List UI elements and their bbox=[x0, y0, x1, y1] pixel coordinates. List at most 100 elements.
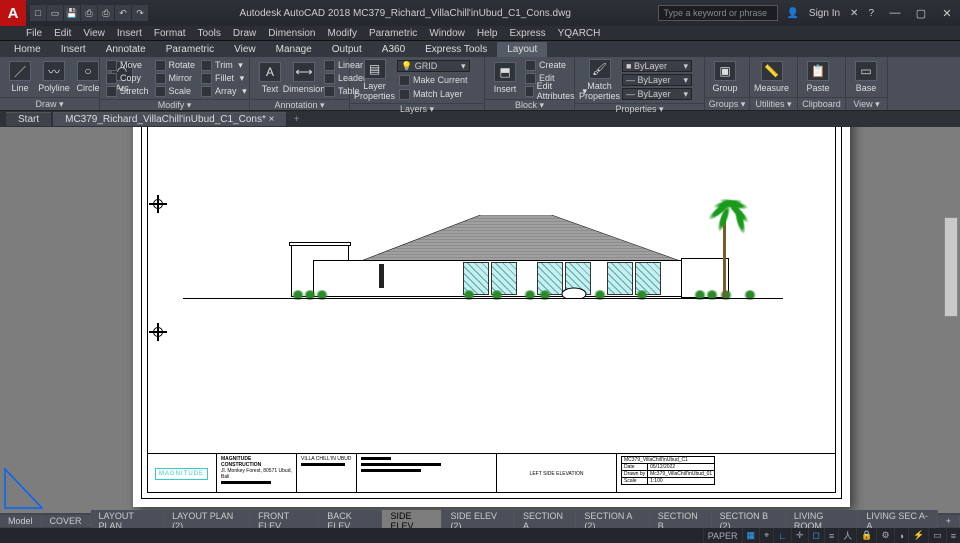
tab-express[interactable]: Express Tools bbox=[415, 42, 497, 57]
base-view-button[interactable]: ▭Base bbox=[850, 61, 882, 93]
color-combo[interactable]: ■ ByLayer▾ bbox=[622, 60, 692, 72]
line-button[interactable]: ／Line bbox=[4, 61, 36, 93]
menu-file[interactable]: File bbox=[26, 28, 42, 39]
ortho-toggle-icon[interactable]: ∟ bbox=[773, 528, 791, 543]
tab-home[interactable]: Home bbox=[4, 42, 51, 57]
qat-plot-icon[interactable]: ⎙ bbox=[98, 5, 114, 21]
qat-new-icon[interactable]: □ bbox=[30, 5, 46, 21]
layout-tab[interactable]: COVER bbox=[42, 515, 91, 527]
menu-view[interactable]: View bbox=[83, 28, 105, 39]
navigation-bar[interactable] bbox=[944, 217, 958, 317]
customize-icon[interactable]: ≡ bbox=[946, 528, 960, 543]
panel-properties-label[interactable]: Properties ▾ bbox=[575, 103, 704, 115]
status-paper-toggle[interactable]: PAPER bbox=[703, 528, 742, 543]
panel-annotation-label[interactable]: Annotation ▾ bbox=[250, 99, 349, 111]
dimension-button[interactable]: ⟷Dimension bbox=[288, 62, 320, 94]
add-layout-button[interactable]: + bbox=[938, 515, 960, 527]
trim-button[interactable]: Trim ▾ bbox=[199, 59, 249, 71]
polar-toggle-icon[interactable]: ✛ bbox=[791, 528, 808, 543]
tab-a360[interactable]: A360 bbox=[372, 42, 415, 57]
hardware-accel-icon[interactable]: ⚡ bbox=[908, 528, 928, 543]
array-button[interactable]: Array ▾ bbox=[199, 85, 249, 97]
layer-properties-button[interactable]: ▤Layer Properties bbox=[354, 59, 395, 101]
menu-dimension[interactable]: Dimension bbox=[268, 28, 315, 39]
minimize-button[interactable]: — bbox=[882, 0, 908, 26]
menu-format[interactable]: Format bbox=[154, 28, 186, 39]
qat-open-icon[interactable]: ▭ bbox=[47, 5, 63, 21]
panel-layers: ▤Layer Properties 💡 GRID▾ Make Current M… bbox=[350, 57, 485, 110]
menu-draw[interactable]: Draw bbox=[233, 28, 256, 39]
tab-output[interactable]: Output bbox=[322, 42, 372, 57]
drawing-area[interactable]: MAGNITUDE MAGNITUDE CONSTRUCTION Jl. Mon… bbox=[0, 127, 960, 513]
file-tab-start[interactable]: Start bbox=[6, 112, 51, 126]
file-tab-current[interactable]: MC379_Richard_VillaChill'inUbud_C1_Cons*… bbox=[53, 112, 286, 126]
linetype-combo[interactable]: — ByLayer▾ bbox=[622, 88, 692, 100]
layout-tab[interactable]: Model bbox=[0, 515, 42, 527]
panel-view-label[interactable]: View ▾ bbox=[846, 97, 887, 110]
anno-scale-icon[interactable]: 🔒 bbox=[856, 528, 876, 543]
fillet-button[interactable]: Fillet ▾ bbox=[199, 72, 249, 84]
menu-insert[interactable]: Insert bbox=[117, 28, 142, 39]
menu-help[interactable]: Help bbox=[477, 28, 498, 39]
menu-parametric[interactable]: Parametric bbox=[369, 28, 417, 39]
measure-button[interactable]: 📏Measure bbox=[754, 61, 789, 93]
close-tab-icon[interactable]: × bbox=[269, 114, 275, 125]
new-tab-button[interactable]: + bbox=[288, 114, 304, 125]
workspace-icon[interactable]: ⚙ bbox=[876, 528, 893, 543]
text-button[interactable]: AText bbox=[254, 62, 286, 94]
search-input[interactable]: Type a keyword or phrase bbox=[658, 5, 778, 21]
layer-combo[interactable]: 💡 GRID▾ bbox=[397, 60, 470, 72]
panel-clipboard-label[interactable]: Clipboard bbox=[798, 97, 845, 110]
grid-toggle-icon[interactable]: ▦ bbox=[742, 528, 760, 543]
panel-layers-label[interactable]: Layers ▾ bbox=[350, 103, 484, 115]
lineweight-toggle-icon[interactable]: ≡ bbox=[824, 528, 838, 543]
tab-manage[interactable]: Manage bbox=[266, 42, 322, 57]
panel-groups-label[interactable]: Groups ▾ bbox=[705, 97, 749, 110]
move-button[interactable]: Move bbox=[104, 59, 151, 71]
tab-layout[interactable]: Layout bbox=[497, 42, 547, 57]
qat-undo-icon[interactable]: ↶ bbox=[115, 5, 131, 21]
menu-edit[interactable]: Edit bbox=[54, 28, 71, 39]
menu-window[interactable]: Window bbox=[429, 28, 465, 39]
menu-express[interactable]: Express bbox=[509, 28, 545, 39]
app-logo[interactable]: A bbox=[0, 0, 26, 26]
lineweight-combo[interactable]: — ByLayer▾ bbox=[622, 74, 692, 86]
tab-view[interactable]: View bbox=[224, 42, 266, 57]
panel-draw-label[interactable]: Draw ▾ bbox=[0, 97, 99, 110]
paste-button[interactable]: 📋Paste bbox=[802, 61, 834, 93]
clean-screen-icon[interactable]: ▭ bbox=[928, 528, 946, 543]
stretch-button[interactable]: Stretch bbox=[104, 85, 151, 97]
panel-modify-label[interactable]: Modify ▾ bbox=[100, 99, 249, 111]
qat-save-icon[interactable]: 💾 bbox=[64, 5, 80, 21]
panel-block-label[interactable]: Block ▾ bbox=[485, 99, 574, 111]
copy-button[interactable]: Copy bbox=[104, 72, 151, 84]
rotate-button[interactable]: Rotate bbox=[153, 59, 198, 71]
anno-toggle-icon[interactable]: 人 bbox=[838, 528, 856, 543]
qat-saveas-icon[interactable]: ⎙ bbox=[81, 5, 97, 21]
match-layer-button[interactable]: Match Layer bbox=[397, 88, 470, 100]
menu-tools[interactable]: Tools bbox=[198, 28, 221, 39]
match-properties-button[interactable]: 🖌Match Properties bbox=[579, 59, 620, 101]
make-current-button[interactable]: Make Current bbox=[397, 74, 470, 86]
tab-annotate[interactable]: Annotate bbox=[96, 42, 156, 57]
snap-toggle-icon[interactable]: ⌖ bbox=[759, 528, 773, 543]
insert-block-button[interactable]: ⬒Insert bbox=[489, 62, 521, 94]
close-button[interactable]: ✕ bbox=[934, 0, 960, 26]
menu-yqarch[interactable]: YQARCH bbox=[558, 28, 601, 39]
polyline-button[interactable]: 〰Polyline bbox=[38, 61, 70, 93]
maximize-button[interactable]: ▢ bbox=[908, 0, 934, 26]
panel-utilities-label[interactable]: Utilities ▾ bbox=[750, 97, 797, 110]
tab-insert[interactable]: Insert bbox=[51, 42, 96, 57]
exchange-icon[interactable]: ✕ bbox=[850, 8, 858, 19]
tab-parametric[interactable]: Parametric bbox=[156, 42, 224, 57]
qat-redo-icon[interactable]: ↷ bbox=[132, 5, 148, 21]
help-icon[interactable]: ? bbox=[868, 8, 874, 19]
isolate-icon[interactable]: ◑ bbox=[894, 528, 908, 543]
group-button[interactable]: ▣Group bbox=[709, 61, 741, 93]
menu-modify[interactable]: Modify bbox=[328, 28, 357, 39]
scale-button[interactable]: Scale bbox=[153, 85, 198, 97]
mirror-button[interactable]: Mirror bbox=[153, 72, 198, 84]
osnap-toggle-icon[interactable]: ◻ bbox=[808, 528, 824, 543]
signin-area[interactable]: 👤 Sign In ✕ ? bbox=[778, 8, 882, 19]
ucs-icon[interactable] bbox=[2, 461, 52, 511]
